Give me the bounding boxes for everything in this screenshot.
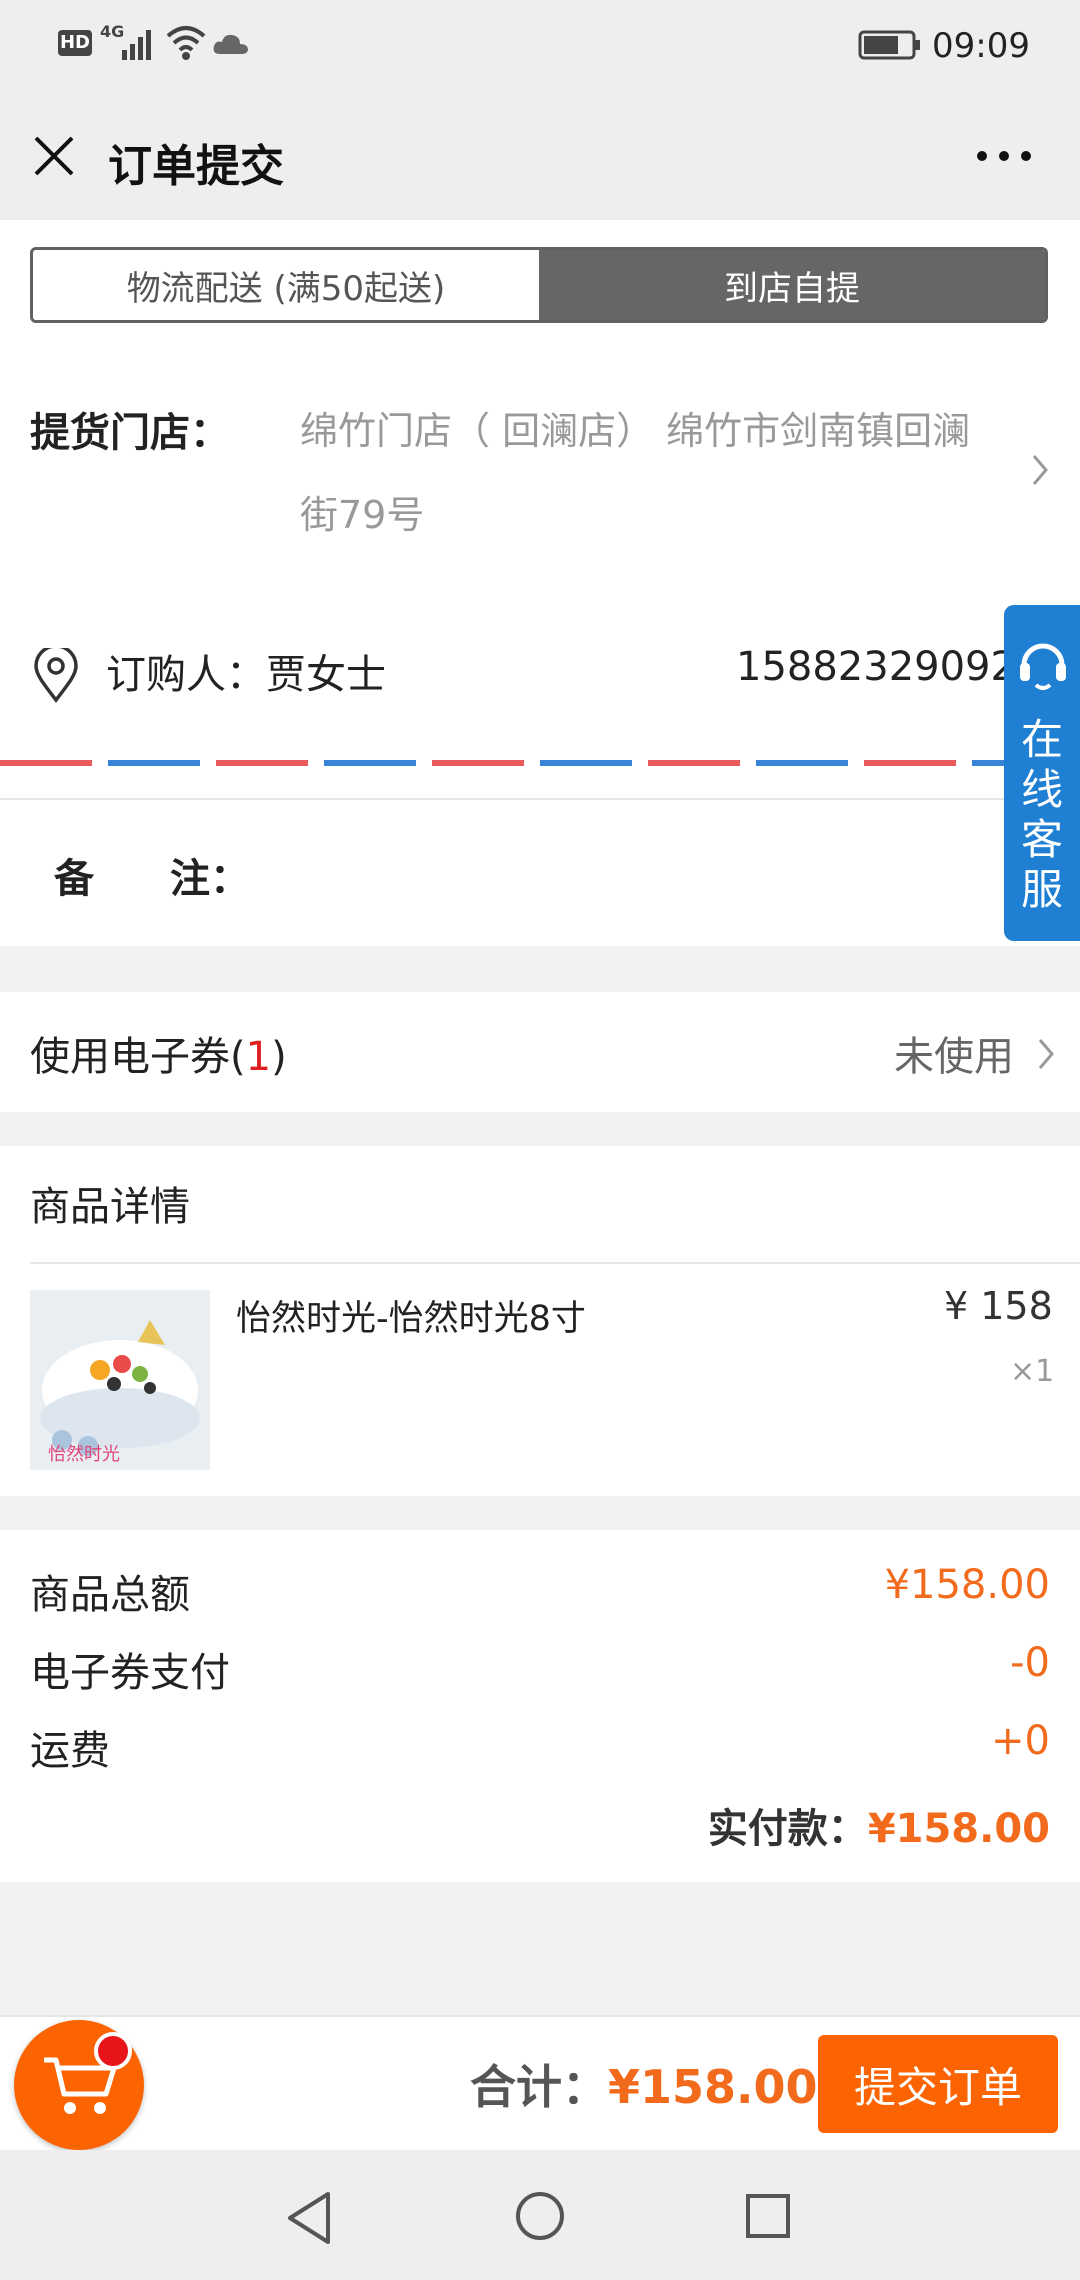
buyer-name: 订购人：贾女士 [106,652,386,698]
coupon-status: 未使用 [894,1034,1014,1080]
back-icon[interactable] [284,2190,334,2246]
order-summary: 商品总额 ¥158.00 电子券支付 -0 运费 +0 实付款：¥158.00 [0,1532,1080,1882]
location-pin-icon [34,648,78,703]
app-header: 订单提交 [0,90,1080,220]
section-gap [0,1496,1080,1530]
tab-store-pickup[interactable]: 到店自提 [539,250,1045,320]
online-service-button[interactable]: 在线客服 [1004,605,1080,941]
delivery-mode-switch: 物流配送 (满50起送) 到店自提 [30,247,1048,323]
product-image-caption: 怡然时光 [48,1444,120,1465]
product-quantity: ×1 [1010,1354,1055,1389]
summary-goods-total-value: ¥158.00 [884,1562,1050,1608]
goods-section: 商品详情 怡然时光 怡然时光-怡然时光8寸 ¥ 158 ×1 [0,1148,1080,1494]
page-background [0,1882,1080,2015]
online-service-label: 在线客服 [1020,715,1063,914]
pickup-store-row[interactable]: 提货门店： 绵竹门店（ 回澜店） 绵竹市剑南镇回澜 街79号 [0,380,1080,550]
status-bar: HD 4G 09:09 [0,0,1080,90]
hd-icon: HD [58,30,92,56]
pickup-store-label: 提货门店： [30,410,230,456]
remark-row[interactable]: 备 注： [0,800,1080,946]
section-gap [0,1112,1080,1146]
chevron-right-icon [1032,455,1048,485]
coupon-label-text: 使用电子券( [30,1034,246,1080]
system-nav-bar [0,2150,1080,2280]
cart-badge [94,2032,132,2070]
home-icon[interactable] [514,2190,566,2242]
chevron-right-icon [1038,1039,1054,1069]
coupon-count: 1 [245,1034,272,1080]
product-image: 怡然时光 [30,1290,210,1470]
coupon-label: 使用电子券(1) [30,1024,287,1082]
clock: 09:09 [932,26,1030,66]
goods-section-title: 商品详情 [30,1184,190,1230]
remark-label-1: 备 [54,856,94,902]
summary-goods-total-label: 商品总额 [30,1572,190,1618]
submit-order-button[interactable]: 提交订单 [818,2035,1058,2133]
page-title: 订单提交 [108,141,284,192]
wifi-icon [166,26,206,60]
headset-icon [1020,643,1066,690]
total: 合计：¥158.00 [470,2051,818,2117]
product-price: ¥ 158 [944,1284,1053,1328]
close-icon[interactable] [30,132,78,180]
4g-signal-icon: 4G [100,22,160,62]
pickup-store-address-line2: 街79号 [300,493,425,537]
coupon-label-close: ) [271,1034,287,1080]
buyer-row: 订购人：贾女士 15882329092 [0,630,1016,710]
total-label: 合计： [470,2060,608,2114]
cloud-icon [213,34,248,54]
battery-icon [858,30,920,60]
summary-paid-label: 实付款： [707,1806,868,1852]
address-divider-stripe [0,760,1080,766]
summary-coupon-value: -0 [1010,1640,1050,1686]
summary-shipping-value: +0 [991,1718,1050,1764]
tab-logistics-delivery[interactable]: 物流配送 (满50起送) [33,250,539,320]
summary-paid-value: ¥158.00 [867,1806,1050,1852]
product-name: 怡然时光-怡然时光8寸 [236,1299,586,1339]
section-gap [0,946,1080,992]
recents-icon[interactable] [744,2192,792,2240]
summary-shipping-label: 运费 [30,1728,110,1774]
buyer-phone: 15882329092 [736,644,1016,690]
more-icon[interactable] [972,146,1036,166]
total-value: ¥158.00 [608,2060,818,2114]
coupon-row[interactable]: 使用电子券(1) 未使用 [0,994,1080,1112]
pickup-store-address-line1: 绵竹门店（ 回澜店） 绵竹市剑南镇回澜 [300,409,971,453]
summary-paid: 实付款：¥158.00 [708,1796,1050,1854]
summary-coupon-label: 电子券支付 [30,1650,230,1696]
remark-label-2: 注： [170,856,250,902]
goods-item[interactable]: 怡然时光 怡然时光-怡然时光8寸 ¥ 158 ×1 [0,1264,1080,1494]
cart-button[interactable] [14,2020,144,2150]
